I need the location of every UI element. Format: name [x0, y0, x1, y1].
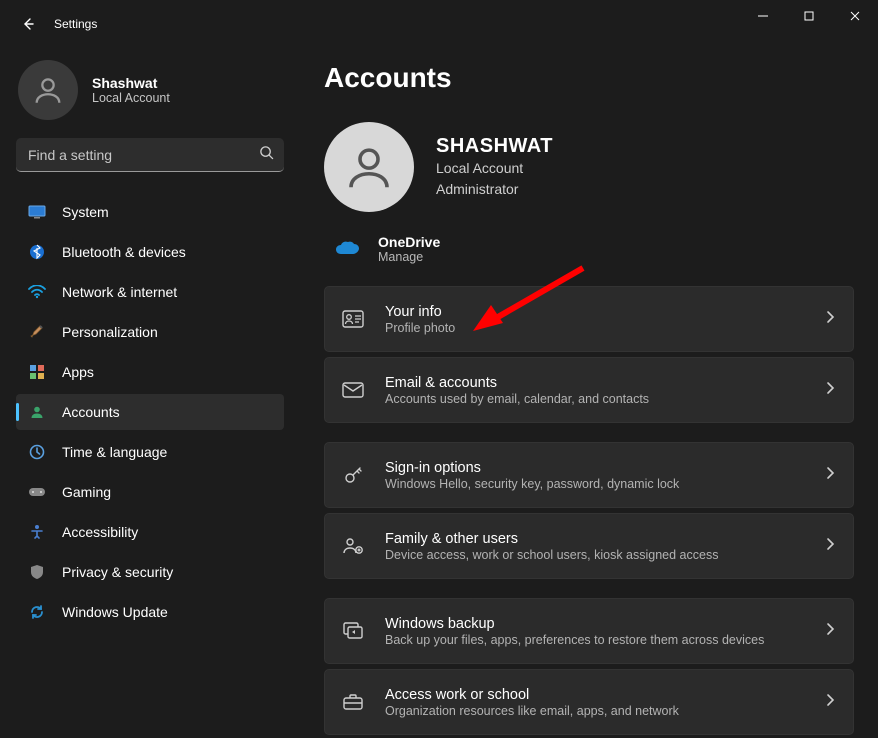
onedrive-row[interactable]: OneDrive Manage	[324, 230, 854, 286]
tile-subtitle: Back up your files, apps, preferences to…	[385, 633, 806, 647]
chevron-right-icon	[826, 693, 835, 712]
search-wrap	[16, 138, 284, 172]
page-title: Accounts	[324, 62, 854, 94]
clock-icon	[28, 443, 46, 461]
tile-subtitle: Profile photo	[385, 321, 806, 335]
user-account-type: Local Account	[436, 158, 553, 178]
sidebar-item-label: Windows Update	[62, 604, 168, 620]
nav: System Bluetooth & devices Network & int…	[16, 194, 284, 630]
profile-name: Shashwat	[92, 75, 170, 91]
sidebar-item-label: Accessibility	[62, 524, 138, 540]
search-icon	[259, 145, 274, 165]
sidebar-item-windows-update[interactable]: Windows Update	[16, 594, 284, 630]
arrow-left-icon	[20, 16, 36, 32]
person-icon	[342, 140, 396, 194]
sidebar-item-label: Network & internet	[62, 284, 177, 300]
tile-family-users[interactable]: Family & other users Device access, work…	[324, 513, 854, 579]
window-title: Settings	[54, 17, 97, 31]
sidebar-item-bluetooth[interactable]: Bluetooth & devices	[16, 234, 284, 270]
wifi-icon	[28, 283, 46, 301]
minimize-icon	[758, 11, 768, 21]
people-icon	[341, 536, 365, 556]
profile-block[interactable]: Shashwat Local Account	[18, 60, 298, 120]
person-icon	[28, 403, 46, 421]
sidebar-item-label: System	[62, 204, 109, 220]
tile-subtitle: Windows Hello, security key, password, d…	[385, 477, 806, 491]
account-header: SHASHWAT Local Account Administrator	[324, 122, 854, 212]
sidebar-item-personalization[interactable]: Personalization	[16, 314, 284, 350]
paintbrush-icon	[28, 323, 46, 341]
update-icon	[28, 603, 46, 621]
user-avatar	[324, 122, 414, 212]
tile-subtitle: Organization resources like email, apps,…	[385, 704, 806, 718]
sidebar-item-accounts[interactable]: Accounts	[16, 394, 284, 430]
back-button[interactable]	[8, 4, 48, 44]
sidebar-item-label: Bluetooth & devices	[62, 244, 186, 260]
user-name: SHASHWAT	[436, 135, 553, 158]
briefcase-icon	[341, 693, 365, 711]
sidebar-item-label: Personalization	[62, 324, 158, 340]
bluetooth-icon	[28, 243, 46, 261]
gamepad-icon	[28, 483, 46, 501]
sidebar-item-label: Privacy & security	[62, 564, 173, 580]
window-controls	[740, 0, 878, 32]
tile-title: Windows backup	[385, 616, 806, 632]
shield-icon	[28, 563, 46, 581]
close-button[interactable]	[832, 0, 878, 32]
maximize-icon	[804, 11, 814, 21]
close-icon	[850, 11, 860, 21]
mail-icon	[341, 382, 365, 398]
onedrive-icon	[334, 240, 360, 258]
tile-title: Your info	[385, 304, 806, 320]
chevron-right-icon	[826, 310, 835, 329]
tile-subtitle: Device access, work or school users, kio…	[385, 548, 806, 562]
sidebar-item-apps[interactable]: Apps	[16, 354, 284, 390]
sidebar-item-accessibility[interactable]: Accessibility	[16, 514, 284, 550]
sidebar-item-label: Apps	[62, 364, 94, 380]
tile-subtitle: Accounts used by email, calendar, and co…	[385, 392, 806, 406]
accessibility-icon	[28, 523, 46, 541]
sidebar-item-privacy[interactable]: Privacy & security	[16, 554, 284, 590]
tile-email-accounts[interactable]: Email & accounts Accounts used by email,…	[324, 357, 854, 423]
sidebar: Shashwat Local Account System Bluetooth …	[0, 48, 306, 738]
sidebar-item-label: Time & language	[62, 444, 167, 460]
user-role: Administrator	[436, 179, 553, 199]
backup-icon	[341, 621, 365, 641]
monitor-icon	[28, 203, 46, 221]
sidebar-item-network[interactable]: Network & internet	[16, 274, 284, 310]
onedrive-subtitle: Manage	[378, 250, 440, 264]
tile-windows-backup[interactable]: Windows backup Back up your files, apps,…	[324, 598, 854, 664]
person-icon	[31, 73, 65, 107]
chevron-right-icon	[826, 381, 835, 400]
chevron-right-icon	[826, 537, 835, 556]
main: Accounts SHASHWAT Local Account Administ…	[306, 48, 878, 738]
maximize-button[interactable]	[786, 0, 832, 32]
onedrive-title: OneDrive	[378, 234, 440, 250]
tile-your-info[interactable]: Your info Profile photo	[324, 286, 854, 352]
tile-title: Family & other users	[385, 531, 806, 547]
tile-title: Email & accounts	[385, 375, 806, 391]
settings-tiles: Your info Profile photo Email & accounts…	[324, 286, 854, 735]
key-icon	[341, 464, 365, 486]
sidebar-item-label: Accounts	[62, 404, 120, 420]
search-input[interactable]	[16, 138, 284, 172]
sidebar-item-time-language[interactable]: Time & language	[16, 434, 284, 470]
sidebar-item-label: Gaming	[62, 484, 111, 500]
apps-icon	[28, 363, 46, 381]
tile-work-school[interactable]: Access work or school Organization resou…	[324, 669, 854, 735]
chevron-right-icon	[826, 622, 835, 641]
chevron-right-icon	[826, 466, 835, 485]
minimize-button[interactable]	[740, 0, 786, 32]
sidebar-item-gaming[interactable]: Gaming	[16, 474, 284, 510]
sidebar-item-system[interactable]: System	[16, 194, 284, 230]
tile-title: Access work or school	[385, 687, 806, 703]
tile-title: Sign-in options	[385, 460, 806, 476]
profile-subtitle: Local Account	[92, 91, 170, 105]
avatar	[18, 60, 78, 120]
badge-icon	[341, 310, 365, 328]
tile-sign-in-options[interactable]: Sign-in options Windows Hello, security …	[324, 442, 854, 508]
